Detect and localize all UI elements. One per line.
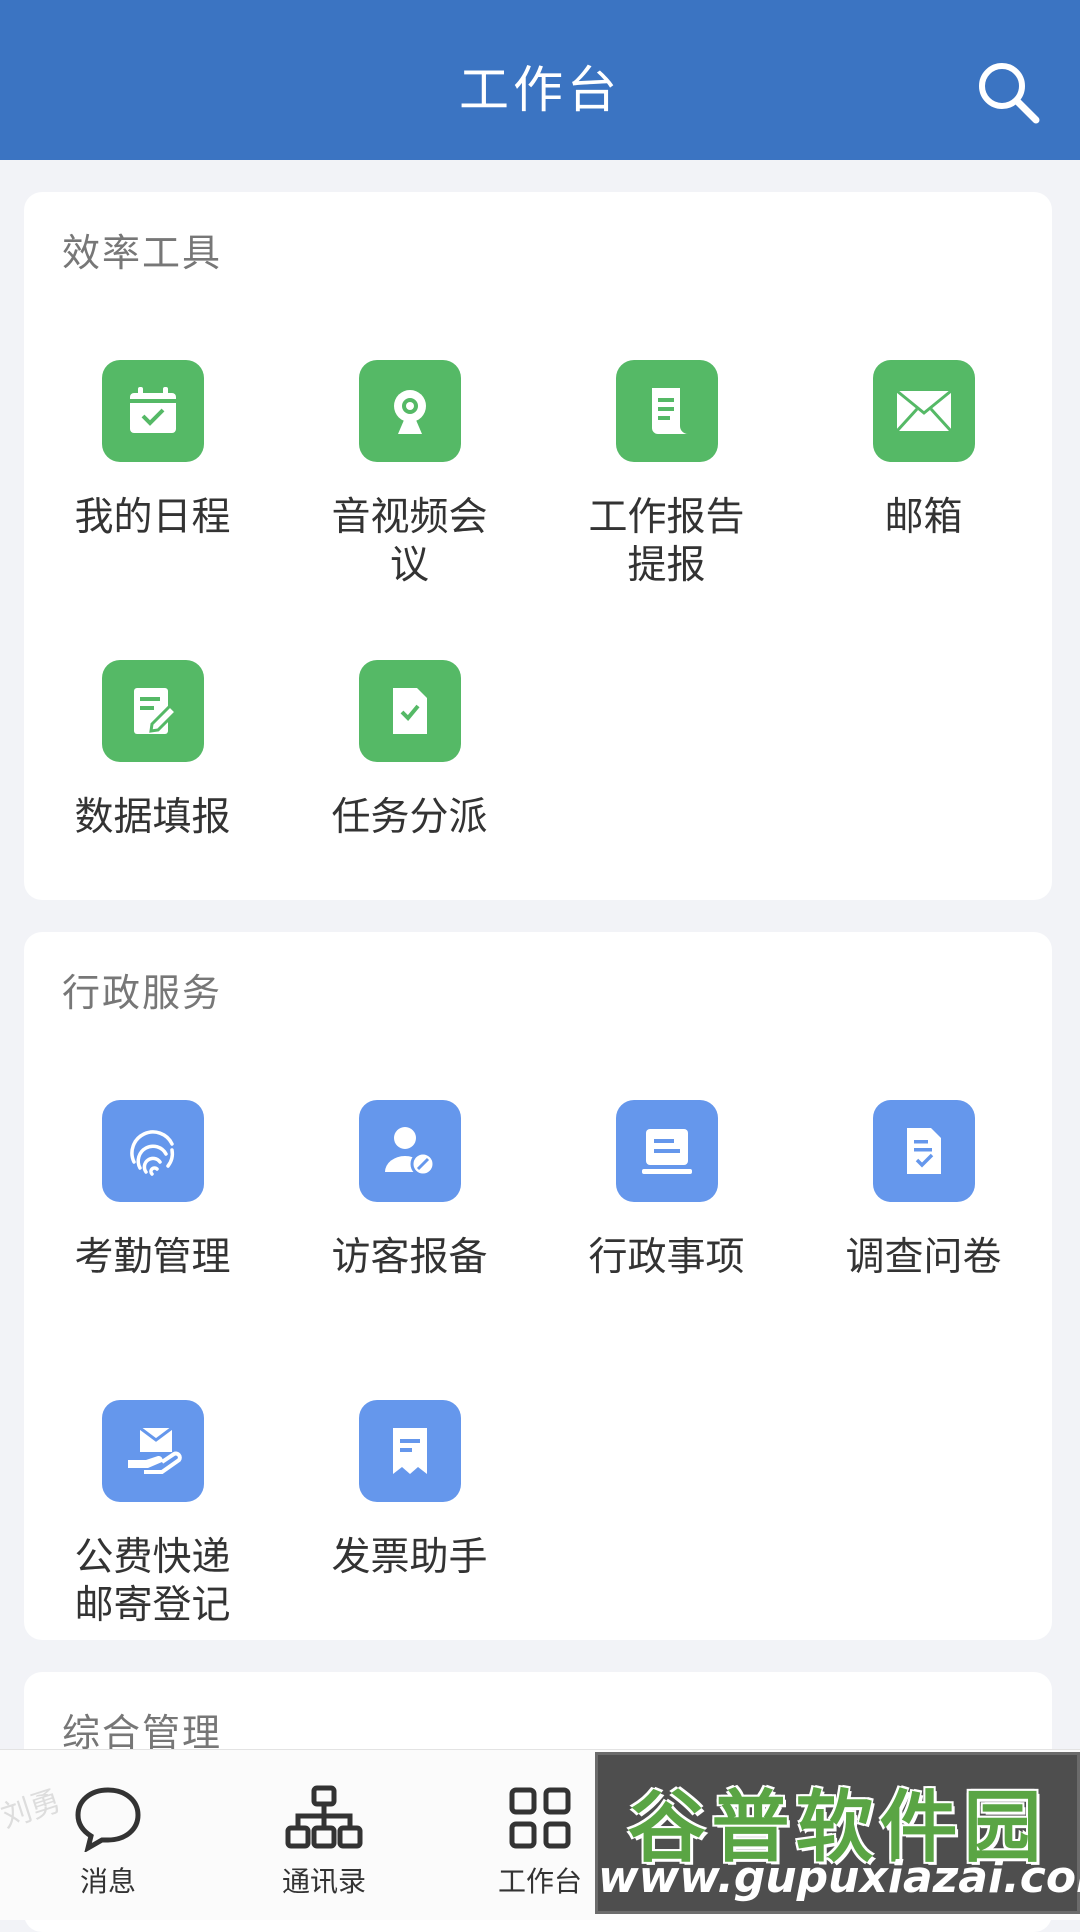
tab-label: 消息 xyxy=(79,1865,136,1898)
tile-label: 公费快递邮寄登记 xyxy=(74,1535,231,1628)
section-efficiency-tools: 效率工具 我的日程 音视频会议 工作报告提报 邮箱 数据填报 任务分派 xyxy=(24,192,1052,900)
tile-label: 任务分派 xyxy=(331,795,488,840)
watermark-url: www.gupuxiazai.com xyxy=(598,1852,1080,1903)
tile-admin-affairs[interactable]: 行政事项 xyxy=(538,1100,795,1282)
express-delivery-icon xyxy=(101,1400,204,1502)
tile-label: 访客报备 xyxy=(331,1235,488,1280)
tile-label: 音视频会议 xyxy=(331,495,488,588)
tile-task-assign[interactable]: 任务分派 xyxy=(281,660,538,842)
tile-label: 发票助手 xyxy=(331,1535,488,1580)
tile-label: 考勤管理 xyxy=(74,1235,231,1280)
section-title: 效率工具 xyxy=(62,231,223,275)
tile-invoice[interactable]: 发票助手 xyxy=(281,1400,538,1582)
invoice-icon xyxy=(358,1400,461,1502)
tile-label: 我的日程 xyxy=(74,495,231,540)
tab-messages[interactable]: 消息 xyxy=(0,1750,216,1920)
site-watermark-logo: 谷普软件园 www.gupuxiazai.com xyxy=(595,1752,1080,1914)
calendar-icon xyxy=(101,360,204,462)
tile-data-report[interactable]: 数据填报 xyxy=(24,660,281,842)
task-check-icon xyxy=(358,660,461,762)
edit-document-icon xyxy=(101,660,204,762)
tile-label: 行政事项 xyxy=(588,1235,745,1280)
chat-bubble-icon xyxy=(0,1784,216,1854)
tile-attendance[interactable]: 考勤管理 xyxy=(24,1100,281,1282)
tab-contacts[interactable]: 通讯录 xyxy=(216,1750,432,1920)
survey-icon xyxy=(872,1100,975,1202)
tile-visitor[interactable]: 访客报备 xyxy=(281,1100,538,1282)
report-scroll-icon xyxy=(615,360,718,462)
fingerprint-icon xyxy=(101,1100,204,1202)
section-title: 行政服务 xyxy=(62,971,223,1015)
visitor-icon xyxy=(358,1100,461,1202)
tile-express-mail[interactable]: 公费快递邮寄登记 xyxy=(24,1400,281,1630)
page-title: 工作台 xyxy=(459,61,621,119)
tile-work-report[interactable]: 工作报告提报 xyxy=(538,360,795,590)
tile-survey[interactable]: 调查问卷 xyxy=(795,1100,1052,1282)
top-app-bar: 工作台 xyxy=(0,0,1080,160)
tile-my-schedule[interactable]: 我的日程 xyxy=(24,360,281,542)
tile-label: 邮箱 xyxy=(884,495,963,540)
tile-mailbox[interactable]: 邮箱 xyxy=(795,360,1052,542)
mail-icon xyxy=(872,360,975,462)
bottom-tab-bar: 刘勇 消息 通讯录 工作台 资讯 我 谷普软件园 www.gupuxiazai.… xyxy=(0,1749,1080,1920)
search-icon[interactable] xyxy=(974,58,1044,128)
webcam-icon xyxy=(358,360,461,462)
tile-label: 数据填报 xyxy=(74,795,231,840)
admin-item-icon xyxy=(615,1100,718,1202)
tile-label: 调查问卷 xyxy=(845,1235,1002,1280)
org-chart-icon xyxy=(216,1784,432,1852)
section-admin-services: 行政服务 考勤管理 访客报备 行政事项 调查问卷 公费快递邮寄登记 发票助手 xyxy=(24,932,1052,1640)
tile-av-meeting[interactable]: 音视频会议 xyxy=(281,360,538,590)
tile-label: 工作报告提报 xyxy=(588,495,745,588)
tab-label: 通讯录 xyxy=(281,1865,366,1898)
